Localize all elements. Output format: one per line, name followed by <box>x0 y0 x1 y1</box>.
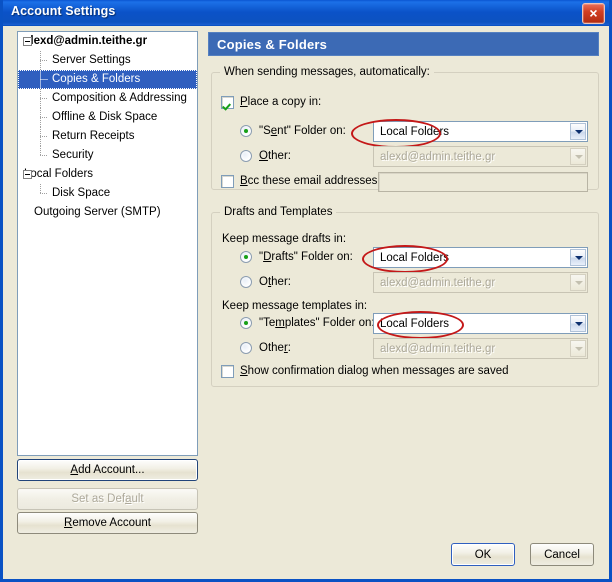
chevron-down-icon[interactable] <box>570 274 586 291</box>
chevron-down-icon[interactable] <box>570 315 586 332</box>
place-copy-checkbox[interactable] <box>221 96 234 109</box>
other-sent-radio[interactable] <box>240 150 252 162</box>
drafts-heading: Keep message drafts in: <box>222 233 347 245</box>
tree-item-server-settings[interactable]: Server Settings <box>18 51 197 70</box>
remove-account-button[interactable]: Remove Account <box>17 512 198 534</box>
drafts-other-label: Other: <box>259 276 291 288</box>
chevron-down-icon[interactable] <box>570 148 586 165</box>
title-bar: Account Settings × <box>3 0 609 26</box>
bcc-label: Bcc these email addresses: <box>240 175 381 187</box>
place-copy-label: Place a copy in: <box>240 96 322 108</box>
tree-item-label: Security <box>52 149 94 161</box>
drafts-folder-value: Local Folders <box>380 252 450 264</box>
tree-item-offline-disk-space[interactable]: Offline & Disk Space <box>18 108 197 127</box>
close-icon[interactable]: × <box>582 3 605 24</box>
drafts-other-combo[interactable]: alexd@admin.teithe.gr <box>373 272 588 293</box>
templates-folder-label: "Templates" Folder on: <box>259 317 375 329</box>
cancel-button[interactable]: Cancel <box>530 543 594 566</box>
group-title: Drafts and Templates <box>220 206 337 218</box>
page-title: Copies & Folders <box>208 32 599 56</box>
sent-folder-radio[interactable] <box>240 125 252 137</box>
sent-folder-value: Local Folders <box>380 126 450 138</box>
close-glyph: × <box>589 5 598 21</box>
bcc-input[interactable] <box>378 172 588 192</box>
collapse-icon[interactable] <box>23 37 32 46</box>
tree-item-outgoing-server[interactable]: Outgoing Server (SMTP) <box>18 203 197 222</box>
templates-folder-radio[interactable] <box>240 317 252 329</box>
sent-folder-label: "Sent" Folder on: <box>259 125 346 137</box>
tree-item-return-receipts[interactable]: Return Receipts <box>18 127 197 146</box>
tree-item-security[interactable]: Security <box>18 146 197 165</box>
add-account-button[interactable]: Add Account... <box>17 459 198 481</box>
templates-other-radio[interactable] <box>240 342 252 354</box>
window-title: Account Settings <box>11 4 116 18</box>
templates-other-combo[interactable]: alexd@admin.teithe.gr <box>373 338 588 359</box>
tree-item-copies-folders[interactable]: Copies & Folders <box>18 70 197 89</box>
show-confirmation-checkbox[interactable] <box>221 365 234 378</box>
tree-item-disk-space[interactable]: Disk Space <box>18 184 197 203</box>
tree-item-label: Composition & Addressing <box>52 92 187 104</box>
other-sent-value: alexd@admin.teithe.gr <box>380 151 496 163</box>
tree-item-local-folders[interactable]: Local Folders <box>18 165 197 184</box>
account-settings-dialog: Account Settings × alexd@admin.teithe.gr… <box>0 0 612 582</box>
tree-item-label: Return Receipts <box>52 130 135 142</box>
ok-button[interactable]: OK <box>451 543 515 566</box>
account-tree[interactable]: alexd@admin.teithe.gr Server Settings Co… <box>17 31 198 456</box>
drafts-folder-combo[interactable]: Local Folders <box>373 247 588 268</box>
tree-item-label: alexd@admin.teithe.gr <box>24 35 148 47</box>
tree-item-label: Server Settings <box>52 54 131 66</box>
group-title: When sending messages, automatically: <box>220 66 434 78</box>
tree-item-account[interactable]: alexd@admin.teithe.gr <box>18 32 197 51</box>
tree-item-label: Outgoing Server (SMTP) <box>34 206 161 218</box>
chevron-down-icon[interactable] <box>570 123 586 140</box>
tree-item-label: Disk Space <box>52 187 111 199</box>
tree-item-label: Copies & Folders <box>52 73 141 85</box>
show-confirmation-label: Show confirmation dialog when messages a… <box>240 365 509 377</box>
tree-item-label: Offline & Disk Space <box>52 111 158 123</box>
templates-folder-combo[interactable]: Local Folders <box>373 313 588 334</box>
drafts-other-radio[interactable] <box>240 276 252 288</box>
templates-other-value: alexd@admin.teithe.gr <box>380 343 496 355</box>
set-as-default-button[interactable]: Set as Default <box>17 488 198 510</box>
collapse-icon[interactable] <box>23 170 32 179</box>
tree-item-label: Local Folders <box>24 168 94 180</box>
other-sent-label: Other: <box>259 150 291 162</box>
tree-item-composition-addressing[interactable]: Composition & Addressing <box>18 89 197 108</box>
chevron-down-icon[interactable] <box>570 340 586 357</box>
drafts-folder-radio[interactable] <box>240 251 252 263</box>
templates-heading: Keep message templates in: <box>222 300 368 312</box>
drafts-folder-label: "Drafts" Folder on: <box>259 251 353 263</box>
chevron-down-icon[interactable] <box>570 249 586 266</box>
bcc-checkbox[interactable] <box>221 175 234 188</box>
templates-folder-value: Local Folders <box>380 318 450 330</box>
drafts-other-value: alexd@admin.teithe.gr <box>380 277 496 289</box>
templates-other-label: Other: <box>259 342 291 354</box>
sent-folder-combo[interactable]: Local Folders <box>373 121 588 142</box>
other-sent-combo[interactable]: alexd@admin.teithe.gr <box>373 146 588 167</box>
